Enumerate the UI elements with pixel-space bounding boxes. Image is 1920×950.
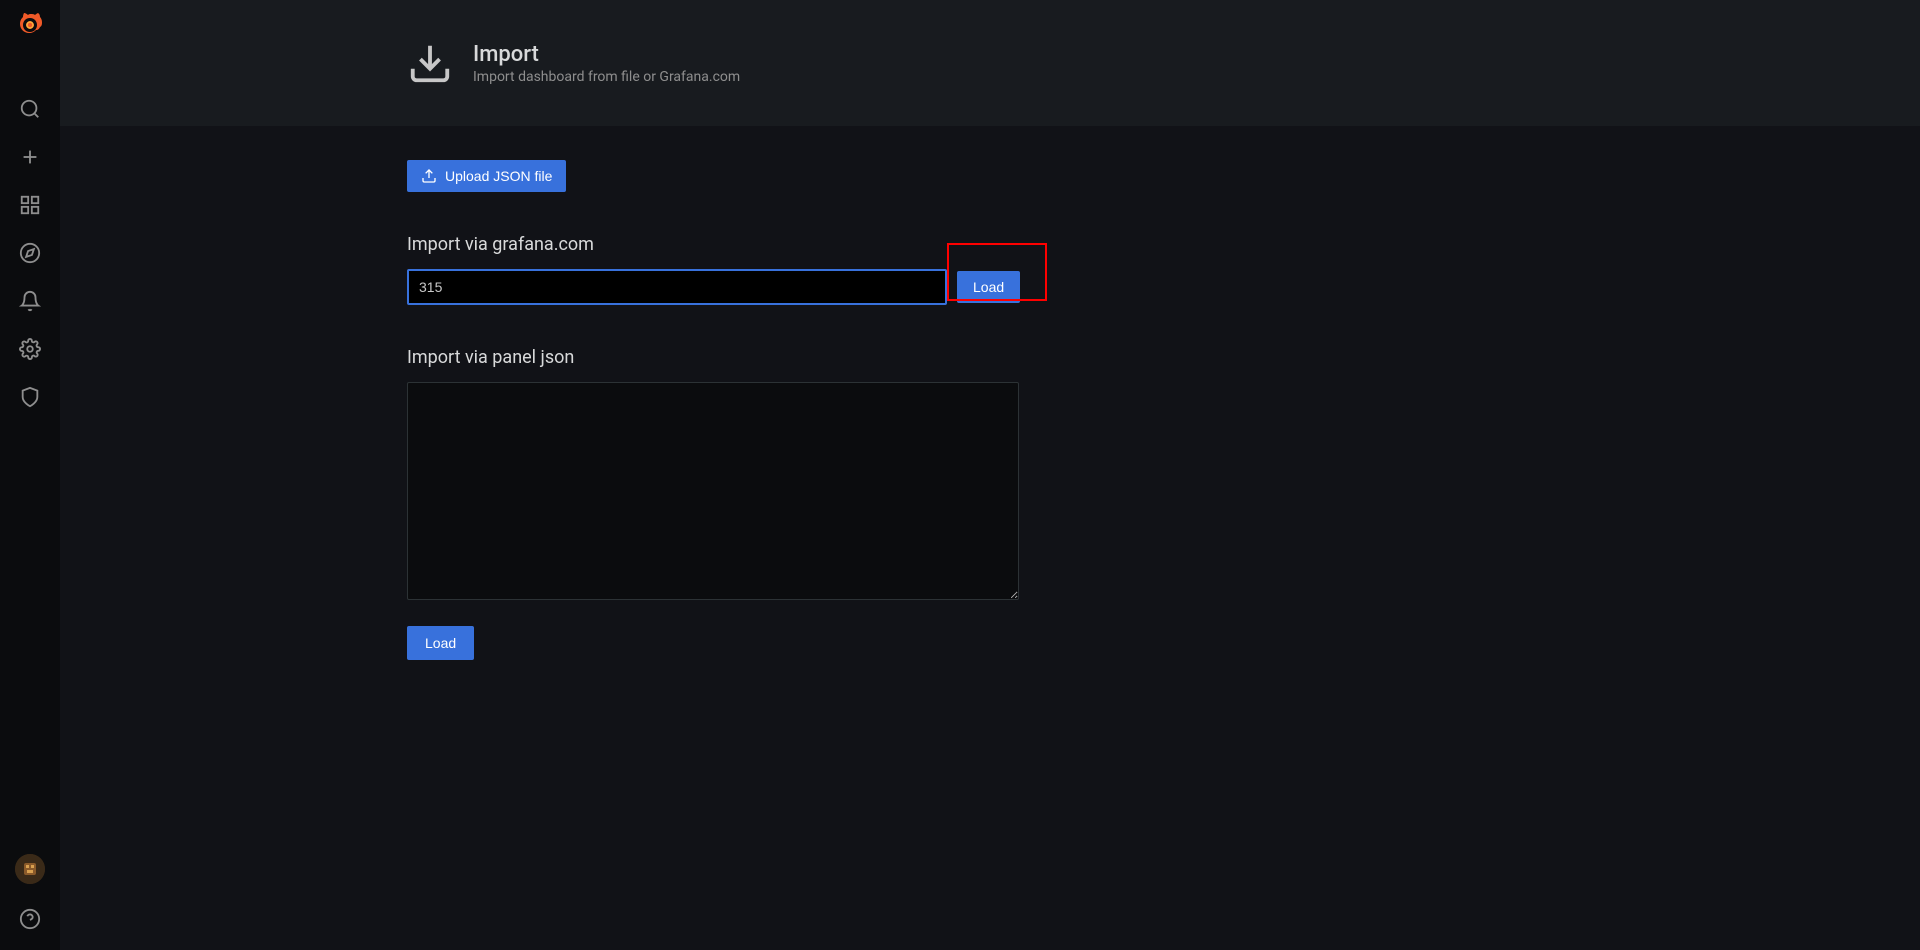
search-icon[interactable] xyxy=(19,98,41,120)
import-icon xyxy=(407,40,453,86)
grafana-logo-icon[interactable] xyxy=(14,10,46,42)
upload-json-button[interactable]: Upload JSON file xyxy=(407,160,566,192)
load-json-button[interactable]: Load xyxy=(407,626,474,660)
page-title: Import xyxy=(473,42,740,67)
json-import-section: Import via panel json Load xyxy=(407,347,1920,660)
grafana-import-section: Import via grafana.com Load xyxy=(407,234,1920,305)
configuration-icon[interactable] xyxy=(19,338,41,360)
page-subtitle: Import dashboard from file or Grafana.co… xyxy=(473,69,740,85)
explore-icon[interactable] xyxy=(19,242,41,264)
user-avatar[interactable] xyxy=(15,854,45,884)
server-admin-icon[interactable] xyxy=(19,386,41,408)
upload-button-label: Upload JSON file xyxy=(445,168,552,184)
dashboards-icon[interactable] xyxy=(19,194,41,216)
content-area: Upload JSON file Import via grafana.com … xyxy=(60,126,1920,660)
grafana-import-label: Import via grafana.com xyxy=(407,234,1920,255)
sidebar-nav xyxy=(19,98,41,408)
sidebar xyxy=(0,0,60,950)
main-content: Import Import dashboard from file or Gra… xyxy=(60,0,1920,950)
page-header: Import Import dashboard from file or Gra… xyxy=(60,0,1920,126)
sidebar-bottom xyxy=(15,854,45,930)
header-text: Import Import dashboard from file or Gra… xyxy=(473,42,740,85)
plus-icon[interactable] xyxy=(19,146,41,168)
upload-icon xyxy=(421,168,437,184)
help-icon[interactable] xyxy=(19,908,41,930)
json-import-label: Import via panel json xyxy=(407,347,1920,368)
grafana-url-input[interactable] xyxy=(407,269,947,305)
alerting-icon[interactable] xyxy=(19,290,41,312)
json-textarea[interactable] xyxy=(407,382,1019,600)
load-grafana-button[interactable]: Load xyxy=(957,271,1020,303)
